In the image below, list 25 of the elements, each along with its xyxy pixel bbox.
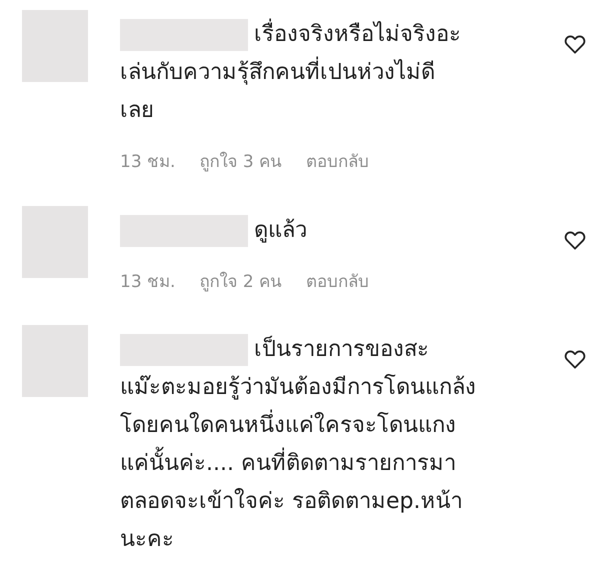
comment-text: เป็นรายการของสะ — [254, 334, 429, 364]
reply-link[interactable]: ตอบกลับ — [306, 270, 370, 295]
comment-text: เลย — [120, 97, 155, 125]
username-placeholder[interactable] — [120, 19, 248, 51]
reply-link[interactable]: ตอบกลับ — [306, 150, 370, 176]
avatar[interactable] — [22, 206, 88, 278]
comment-text: โดยคนใดคนหนึ่งแค่ใครจะโดนแกง — [120, 407, 564, 445]
avatar[interactable] — [22, 325, 88, 397]
comment-time: 13 ชม. — [120, 151, 176, 174]
likes-count[interactable]: ถูกใจ 3 คน — [199, 150, 282, 176]
comment-text: แค่นั้นค่ะ.... คนที่ติดตามรายการมา — [120, 445, 564, 483]
likes-count[interactable]: ถูกใจ 2 คน — [199, 270, 282, 295]
heart-icon[interactable] — [564, 230, 586, 250]
comment-text: เล่นกับความรุ้สึกคนที่เปนห่วงไม่ดี — [120, 54, 564, 92]
heart-icon[interactable] — [564, 349, 586, 369]
username-placeholder[interactable] — [120, 214, 248, 246]
username-placeholder[interactable] — [120, 334, 248, 366]
comment-time: 13 ชม. — [120, 270, 176, 294]
comment-text: เรื่องจริงหรือไม่จริงอะ — [254, 16, 461, 54]
comment-text: ตลอดจะเข้าใจค่ะ รอติดตามep.หน้า — [120, 487, 464, 516]
avatar[interactable] — [22, 10, 88, 82]
comment-text: แม๊ะตะมอยรู้ว่ามันต้องมีการโดนแกล้ง — [120, 373, 477, 402]
heart-icon[interactable] — [564, 34, 586, 54]
comment-text: นะคะ — [120, 526, 175, 554]
comment-text: ดูแล้ว — [254, 216, 307, 245]
